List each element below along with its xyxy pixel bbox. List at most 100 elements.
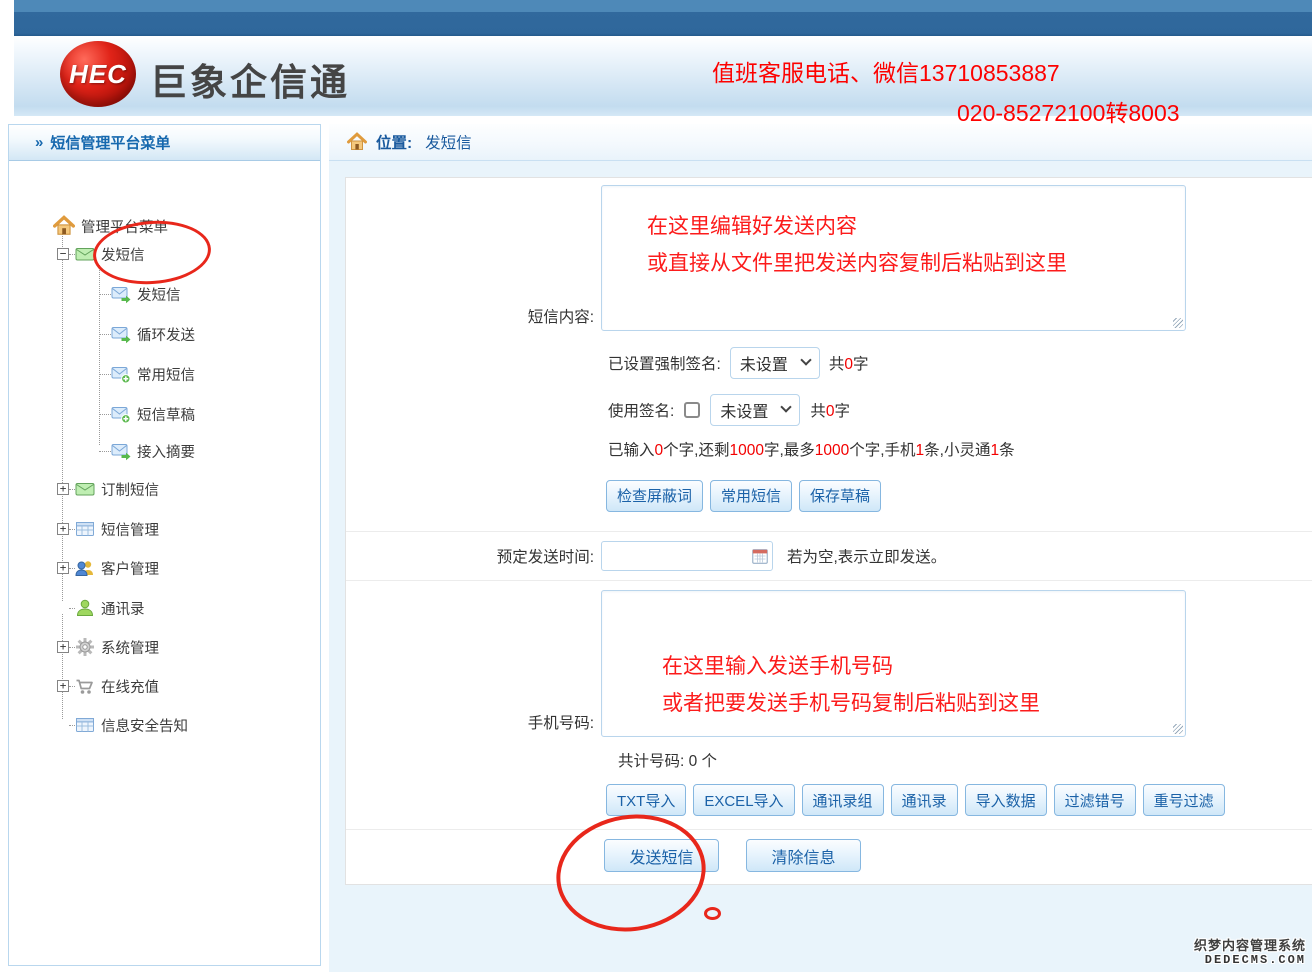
service-phone-line2: 020-85272100转8003 <box>957 94 1180 128</box>
use-signature-count: 共0字 <box>810 399 850 421</box>
sidebar-item-label: 信息安全告知 <box>101 715 188 736</box>
sidebar-title-arrow: » <box>35 134 43 151</box>
hec-logo: HEC <box>60 41 136 107</box>
sidebar-item-label: 通讯录 <box>101 598 145 619</box>
red-dot-annotation <box>704 907 721 920</box>
sidebar-item-label: 客户管理 <box>101 558 159 579</box>
sidebar-item-6-mail-add-icon[interactable]: 短信草稿 <box>99 401 195 427</box>
sidebar-item-3-mail-send-icon[interactable]: 发短信 <box>99 281 181 307</box>
mail-open-icon <box>75 244 95 264</box>
sidebar-item-10-users-icon[interactable]: + 客户管理 <box>57 555 159 581</box>
char-counter: 已输入0个字,还剩1000字,最多1000个字,手机1条,小灵通1条 <box>608 438 1015 460</box>
divider <box>346 531 1312 532</box>
contacts-button[interactable]: 通讯录 <box>891 784 958 816</box>
phone-numbers-label: 手机号码: <box>346 711 601 737</box>
users-icon <box>75 558 95 578</box>
check-blocked-words-button[interactable]: 检查屏蔽词 <box>606 480 703 512</box>
service-phone-line1: 值班客服电话、微信13710853887 <box>712 54 1060 88</box>
resize-grip-icon[interactable] <box>1173 318 1183 328</box>
schedule-hint: 若为空,表示立即发送。 <box>787 545 946 567</box>
home-icon <box>347 132 367 152</box>
use-signature-checkbox[interactable] <box>684 402 700 418</box>
phone-numbers-textarea[interactable]: 在这里输入发送手机号码 或者把要发送手机号码复制后粘贴到这里 <box>601 590 1186 737</box>
watermark-line2: DEDECMS.COM <box>1194 953 1306 968</box>
mail-send-icon <box>111 284 131 304</box>
breadcrumb: 位置: 发短信 <box>329 124 1312 161</box>
sidebar-item-4-mail-send-icon[interactable]: 循环发送 <box>99 321 195 347</box>
clear-info-button[interactable]: 清除信息 <box>746 839 861 872</box>
expand-icon[interactable]: + <box>57 562 69 574</box>
cart-icon <box>75 676 95 696</box>
sidebar-item-11-person-icon[interactable]: 通讯录 <box>57 595 145 621</box>
sidebar-item-label: 订制短信 <box>101 479 159 500</box>
breadcrumb-current: 发短信 <box>425 131 472 153</box>
sidebar-item-label: 循环发送 <box>137 324 195 345</box>
sms-content-hint-2: 或直接从文件里把发送内容复制后粘贴到这里 <box>647 245 1067 282</box>
save-draft-button[interactable]: 保存草稿 <box>799 480 881 512</box>
mail-send-icon <box>111 324 131 344</box>
forced-signature-count: 共0字 <box>829 352 869 374</box>
forced-signature-value: 未设置 <box>740 351 788 375</box>
mail-send-icon <box>111 441 131 461</box>
sidebar-title: » 短信管理平台菜单 <box>9 125 320 161</box>
total-numbers-text: 共计号码: 0 个 <box>618 749 717 771</box>
expand-icon[interactable]: + <box>57 680 69 692</box>
expand-icon[interactable]: + <box>57 523 69 535</box>
tree-node[interactable] <box>57 602 69 614</box>
breadcrumb-label: 位置: <box>376 131 412 153</box>
sidebar-item-label: 发短信 <box>137 284 181 305</box>
sidebar-item-label: 短信管理 <box>101 519 159 540</box>
resize-grip-icon[interactable] <box>1173 724 1183 734</box>
filter-wrong-number-button[interactable]: 过滤错号 <box>1054 784 1136 816</box>
sidebar-item-label: 接入摘要 <box>137 441 195 462</box>
calendar-icon[interactable] <box>752 548 768 564</box>
top-bar <box>14 0 1312 36</box>
tree-node[interactable] <box>57 719 69 731</box>
divider <box>346 829 1312 830</box>
mail-open-icon <box>75 479 95 499</box>
duplicate-filter-button[interactable]: 重号过滤 <box>1143 784 1225 816</box>
divider <box>346 580 1312 581</box>
excel-import-button[interactable]: EXCEL导入 <box>693 784 794 816</box>
watermark: 织梦内容管理系统 DEDECMS.COM <box>1194 938 1306 968</box>
tree-connector-stub <box>99 334 111 335</box>
table-icon <box>75 519 95 539</box>
expand-icon[interactable]: + <box>57 641 69 653</box>
sidebar-item-label: 短信草稿 <box>137 404 195 425</box>
common-sms-button[interactable]: 常用短信 <box>710 480 792 512</box>
use-signature-select[interactable]: 未设置 <box>710 394 800 426</box>
main-panel: 位置: 发短信 短信内容: 在这里编辑好发送内容 或直接从文件里把发送内容复制后… <box>329 124 1312 972</box>
sidebar-item-5-mail-add-icon[interactable]: 常用短信 <box>99 361 195 387</box>
sidebar-item-8-mail-open-icon[interactable]: + 订制短信 <box>57 476 159 502</box>
mail-add-icon <box>111 364 131 384</box>
forced-signature-select[interactable]: 未设置 <box>730 347 820 379</box>
contact-group-button[interactable]: 通讯录组 <box>802 784 884 816</box>
sidebar-item-label: 常用短信 <box>137 364 195 385</box>
txt-import-button[interactable]: TXT导入 <box>606 784 686 816</box>
sidebar-item-12-gear-icon[interactable]: +系统管理 <box>57 634 159 660</box>
tree-connector-stub <box>99 294 111 295</box>
collapse-icon[interactable]: − <box>57 248 69 260</box>
tree-connector-stub <box>99 414 111 415</box>
sidebar-item-7-mail-send-icon[interactable]: 接入摘要 <box>99 438 195 464</box>
sms-content-label: 短信内容: <box>346 305 601 331</box>
sms-content-hint-1: 在这里编辑好发送内容 <box>647 208 857 245</box>
sidebar-item-label: 在线充值 <box>101 676 159 697</box>
send-sms-form: 短信内容: 在这里编辑好发送内容 或直接从文件里把发送内容复制后粘贴到这里 已设… <box>345 177 1312 885</box>
sms-content-textarea[interactable]: 在这里编辑好发送内容 或直接从文件里把发送内容复制后粘贴到这里 <box>601 185 1186 331</box>
schedule-time-input[interactable] <box>601 541 773 571</box>
phone-hint-1: 在这里输入发送手机号码 <box>662 648 893 685</box>
expand-icon[interactable]: + <box>57 483 69 495</box>
sidebar-item-9-table-icon[interactable]: + 短信管理 <box>57 516 159 542</box>
tree-connector-stub <box>99 451 111 452</box>
sidebar-item-14-table-icon[interactable]: 信息安全告知 <box>57 712 188 738</box>
home-icon <box>53 215 75 237</box>
chevron-down-icon <box>781 401 792 412</box>
import-data-button[interactable]: 导入数据 <box>965 784 1047 816</box>
logo-text: HEC <box>69 59 127 90</box>
phone-hint-2: 或者把要发送手机号码复制后粘贴到这里 <box>662 685 1040 722</box>
sidebar-item-13-cart-icon[interactable]: + 在线充值 <box>57 673 159 699</box>
header: HEC 巨象企信通 值班客服电话、微信13710853887 020-85272… <box>14 36 1312 116</box>
use-signature-value: 未设置 <box>720 398 768 422</box>
app-title: 巨象企信通 <box>150 52 350 106</box>
